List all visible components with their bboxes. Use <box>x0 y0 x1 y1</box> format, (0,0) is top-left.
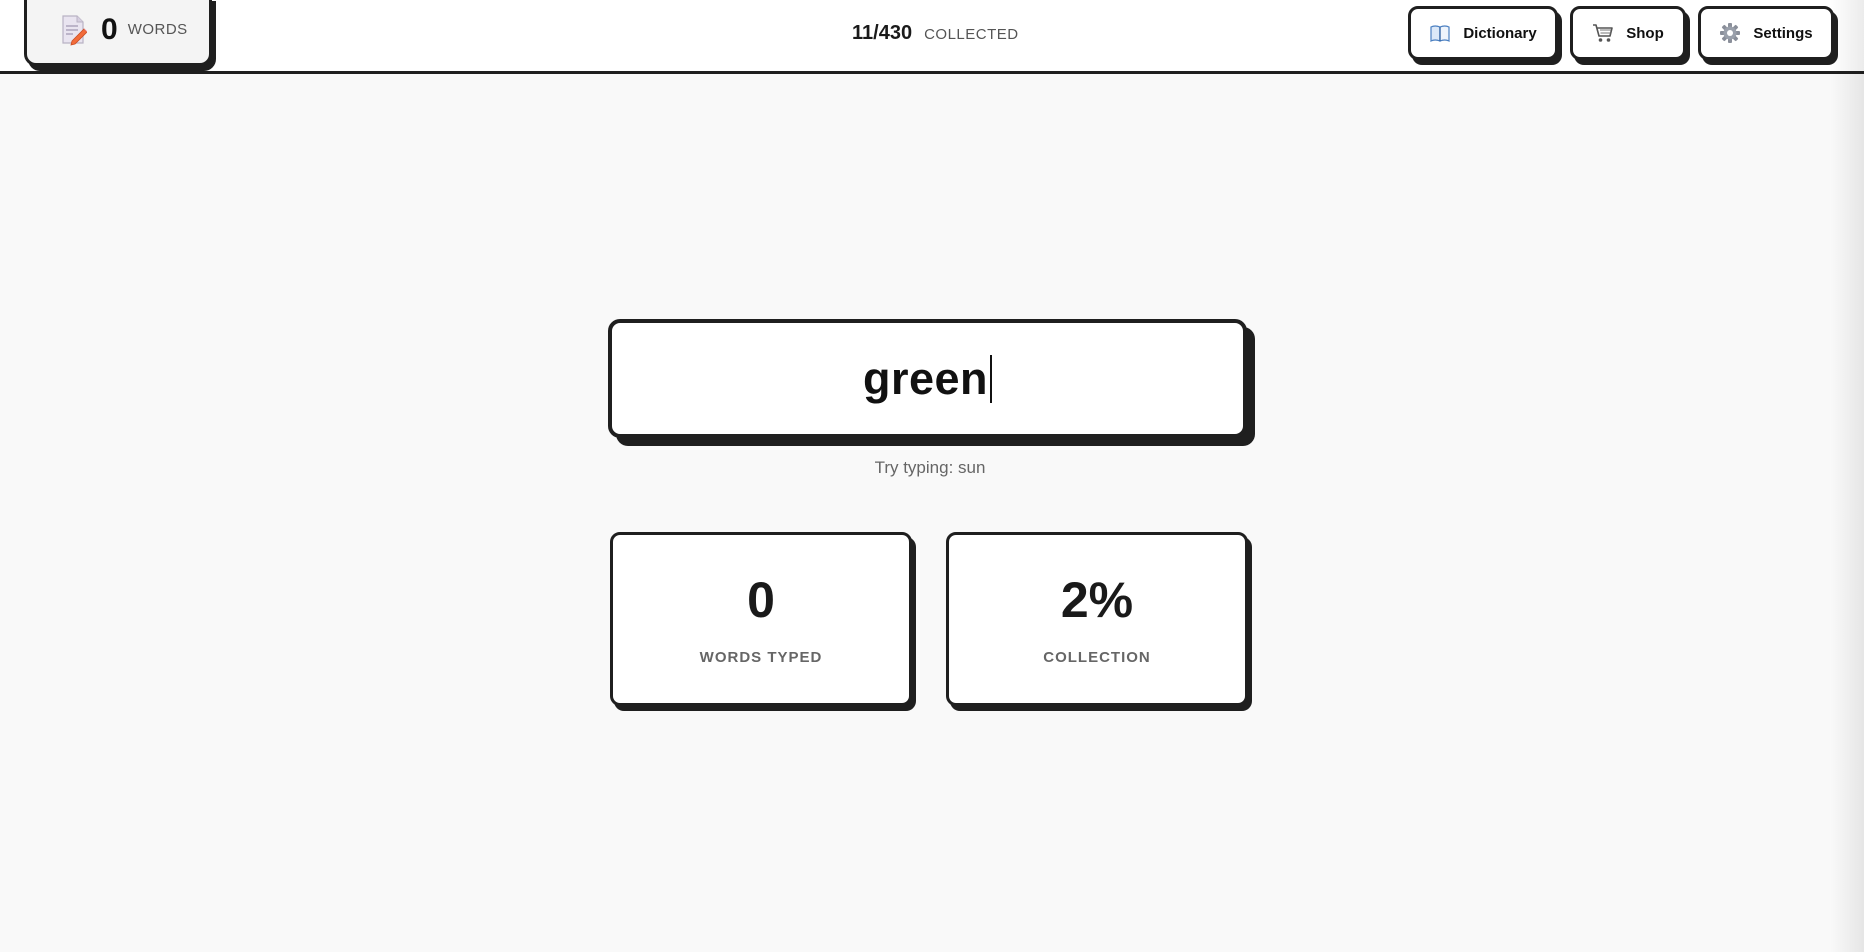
shop-button[interactable]: Shop <box>1570 6 1686 60</box>
words-typed-label: WORDS TYPED <box>699 649 823 666</box>
book-icon <box>1430 25 1450 42</box>
typing-hint: Try typing: sun <box>874 458 986 477</box>
collection-progress: 11/430 COLLECTED <box>852 22 1019 45</box>
settings-button[interactable]: Settings <box>1698 6 1834 60</box>
typing-input[interactable]: green <box>608 319 1247 438</box>
cart-icon <box>1593 24 1614 42</box>
settings-button-label: Settings <box>1753 24 1813 42</box>
collection-card: 2% COLLECTION <box>946 532 1248 706</box>
collected-label: COLLECTED <box>924 26 1019 43</box>
collection-value: 2% <box>1060 572 1134 628</box>
word-count-label: WORDS <box>127 21 188 38</box>
dictionary-button-label: Dictionary <box>1463 24 1537 42</box>
words-typed-value: 0 <box>747 572 775 628</box>
document-pencil-icon <box>62 14 87 46</box>
word-counter: 0 WORDS <box>24 0 212 66</box>
word-count-value: 0 <box>101 12 118 46</box>
gear-icon <box>1720 23 1741 43</box>
shop-button-label: Shop <box>1626 24 1664 42</box>
typed-word: green <box>862 352 989 404</box>
collected-count: 11/430 <box>852 22 913 44</box>
dictionary-button[interactable]: Dictionary <box>1408 6 1558 60</box>
collection-label: COLLECTION <box>1043 649 1151 666</box>
top-bar: 0 WORDS 11/430 COLLECTED Dictionary Shop <box>0 0 1864 74</box>
text-caret <box>990 354 993 403</box>
window-edge-shadow <box>1830 0 1864 952</box>
words-typed-card: 0 WORDS TYPED <box>610 532 912 706</box>
